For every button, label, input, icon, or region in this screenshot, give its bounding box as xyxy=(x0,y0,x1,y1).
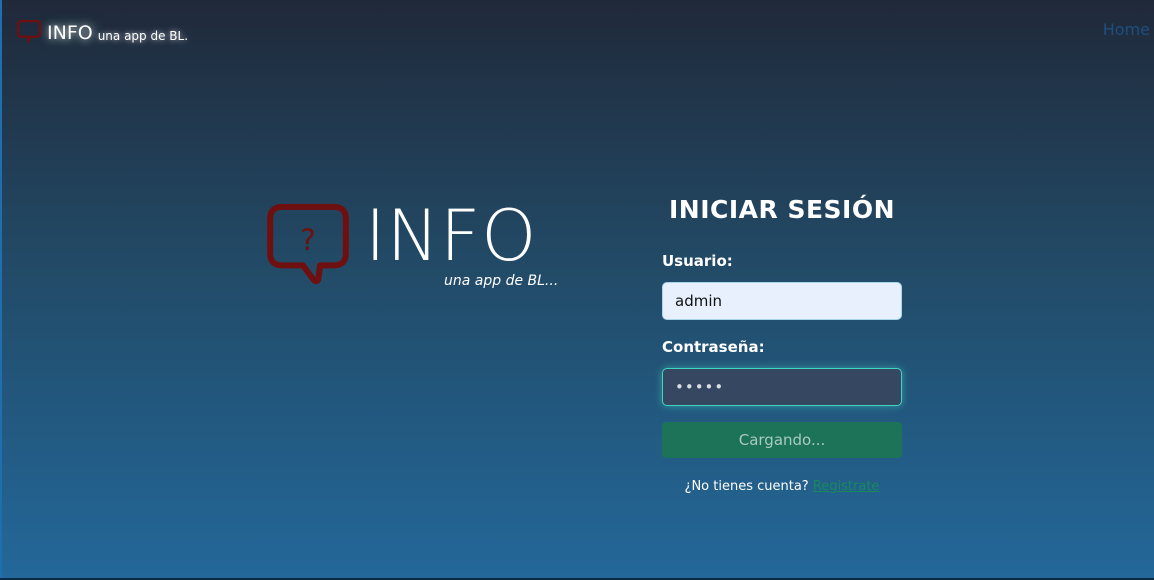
signup-link[interactable]: Registrate xyxy=(813,479,880,494)
username-input[interactable] xyxy=(662,282,902,320)
password-label: Contraseña: xyxy=(662,338,765,356)
signup-prompt: ¿No tienes cuenta? Registrate xyxy=(662,479,902,494)
nav-home-link[interactable]: Home xyxy=(1103,20,1150,39)
svg-text:?: ? xyxy=(300,223,316,257)
logo-subtitle: una app de BL... xyxy=(444,273,559,289)
signup-prompt-text: ¿No tienes cuenta? xyxy=(684,479,809,494)
brand-title: INFO xyxy=(47,22,93,44)
speech-bubble-question-icon: ? xyxy=(267,203,349,285)
brand-subtitle: una app de BL. xyxy=(97,29,189,43)
window-left-edge xyxy=(0,0,2,580)
username-label: Usuario: xyxy=(662,252,733,270)
login-title: INICIAR SESIÓN xyxy=(668,195,896,224)
navbar-brand[interactable]: INFO una app de BL. xyxy=(16,14,188,44)
password-input[interactable] xyxy=(662,368,902,406)
login-button[interactable]: Cargando... xyxy=(662,422,902,458)
speech-bubble-question-icon xyxy=(16,19,42,43)
top-navbar: INFO una app de BL. Home xyxy=(0,0,1154,60)
login-form: INICIAR SESIÓN Usuario: Contraseña: Carg… xyxy=(662,190,902,494)
logo-title: INFO xyxy=(365,195,538,277)
